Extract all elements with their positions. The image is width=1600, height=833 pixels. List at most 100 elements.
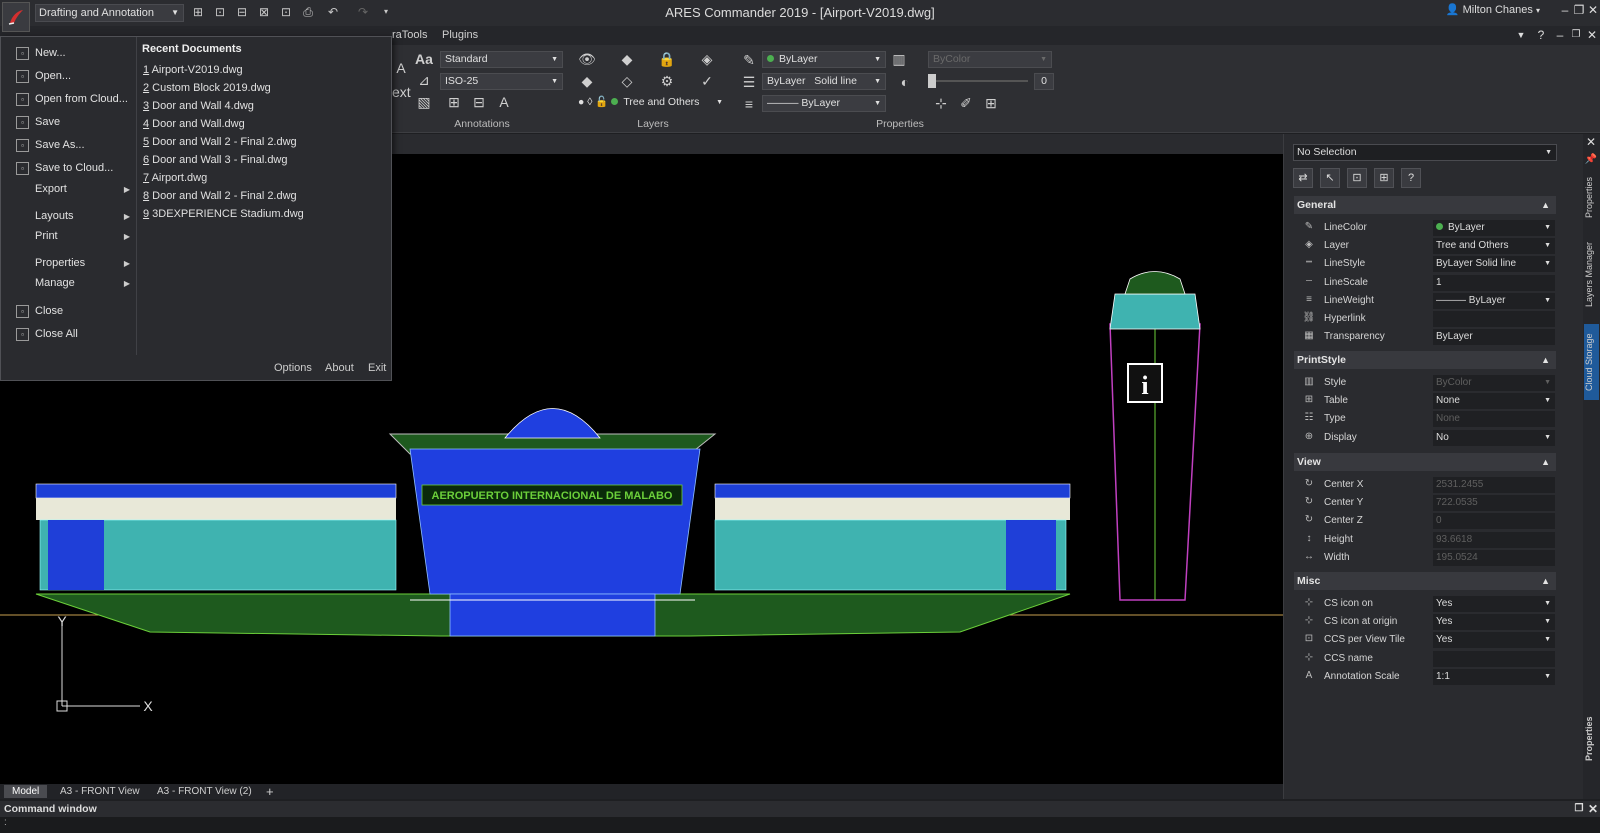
property-value[interactable]	[1433, 311, 1555, 327]
property-value[interactable]: ByLayer ▼	[1433, 220, 1555, 236]
menu-item-layouts[interactable]: Layouts ▶	[1, 206, 136, 227]
annotation-text-icon[interactable]: Aa	[415, 50, 433, 68]
property-value[interactable]: 1:1 ▼	[1433, 668, 1555, 685]
quick-select-icon[interactable]: ⊹	[932, 94, 950, 112]
doc-close-icon[interactable]: ✕	[1585, 28, 1599, 42]
selection-dropdown[interactable]: No Selection ▼	[1293, 144, 1557, 161]
property-value[interactable]: Yes ▼	[1433, 614, 1555, 631]
customize-toolbar-icon[interactable]: ▾	[379, 5, 393, 19]
transparency-slider[interactable]	[928, 74, 1028, 88]
rail-tab-layers-manager[interactable]: Layers Manager	[1584, 234, 1599, 314]
property-value[interactable]: 1	[1433, 274, 1555, 291]
tab-a3-front-view-2[interactable]: A3 - FRONT View (2)	[149, 785, 260, 798]
minimize-icon[interactable]: –	[1558, 3, 1572, 17]
layer-match-icon[interactable]: ◇	[618, 72, 636, 90]
new-file-icon[interactable]: ⊞	[191, 5, 205, 19]
menu-item-export[interactable]: Export ▶	[1, 179, 136, 200]
attribute-icon[interactable]: ⊟	[470, 93, 488, 111]
doc-restore-icon[interactable]: ❐	[1569, 28, 1583, 42]
slider-thumb[interactable]	[928, 74, 936, 88]
open-file-icon[interactable]: ⊡	[213, 5, 227, 19]
restore-icon[interactable]: ❐	[1572, 802, 1586, 816]
hatch-icon[interactable]: ▧	[415, 93, 433, 111]
recent-document-item[interactable]: 9 3DEXPERIENCE Stadium.dwg	[143, 208, 304, 220]
menu-item-save-as[interactable]: ▫ Save As...	[1, 135, 136, 156]
recent-document-item[interactable]: 4 Door and Wall.dwg	[143, 118, 245, 130]
close-icon[interactable]: ✕	[1586, 3, 1600, 17]
tab-a3-front-view[interactable]: A3 - FRONT View	[52, 785, 148, 798]
text-style-dropdown[interactable]: Standard ▼	[440, 51, 563, 68]
recent-document-item[interactable]: 1 Airport-V2019.dwg	[143, 64, 243, 76]
color-dropdown[interactable]: ByLayer ▼	[762, 51, 886, 68]
property-value[interactable]: No ▼	[1433, 429, 1555, 446]
layer-dropdown[interactable]: ● ◊ 🔓 Tree and Others ▼	[573, 94, 728, 111]
text-style-icon[interactable]: A	[392, 59, 410, 77]
pin-panel-icon[interactable]: 📌	[1584, 153, 1598, 167]
table-icon[interactable]: ⊞	[445, 93, 463, 111]
menu-item-close-all[interactable]: ▫ Close All	[1, 324, 136, 345]
user-account[interactable]: 👤 Milton Chanes ▾	[1446, 3, 1540, 16]
tab-plugins[interactable]: Plugins	[442, 29, 478, 41]
linestyle-dropdown[interactable]: ByLayer Solid line ▼	[762, 73, 886, 90]
menu-item-save-to-cloud[interactable]: ▫ Save to Cloud...	[1, 158, 136, 179]
property-value[interactable]: Tree and Others ▼	[1433, 238, 1555, 255]
ribbon-collapse-icon[interactable]: ▼	[1514, 28, 1528, 42]
dim-style-dropdown[interactable]: ISO-25 ▼	[440, 73, 563, 90]
lineweight-dropdown[interactable]: ——— ByLayer ▼	[762, 95, 886, 112]
close-panel-icon[interactable]: ✕	[1584, 135, 1598, 149]
command-input[interactable]: :	[0, 817, 1600, 833]
recent-document-item[interactable]: 6 Door and Wall 3 - Final.dwg	[143, 154, 288, 166]
tab-model[interactable]: Model	[4, 785, 48, 798]
rail-tab-properties[interactable]: Properties	[1584, 172, 1599, 222]
property-value[interactable]: ——— ByLayer ▼	[1433, 292, 1555, 309]
save-cloud-icon[interactable]: ⊡	[279, 5, 293, 19]
layers-stack-icon[interactable]: ◆	[578, 72, 596, 90]
select-similar-icon[interactable]: ⊞	[1374, 168, 1394, 188]
layer-freeze-icon[interactable]: ◆	[618, 50, 636, 68]
transparency-value[interactable]: 0	[1034, 73, 1054, 90]
tab-ratools[interactable]: raTools	[392, 29, 427, 41]
section-header-general[interactable]: General ▲	[1294, 196, 1556, 214]
property-value[interactable]: ByLayer Solid line ▼	[1433, 256, 1555, 273]
exit-button[interactable]: Exit	[368, 362, 386, 374]
section-header-printstyle[interactable]: PrintStyle ▲	[1294, 351, 1556, 369]
layer-check-icon[interactable]: ✓	[698, 72, 716, 90]
select-objects-icon[interactable]: ↖	[1320, 168, 1340, 188]
menu-item-print[interactable]: Print ▶	[1, 226, 136, 247]
property-value[interactable]: ByLayer	[1433, 329, 1555, 346]
quick-select-icon[interactable]: ⊡	[1347, 168, 1367, 188]
about-button[interactable]: About	[325, 362, 354, 374]
add-layout-icon[interactable]: +	[258, 785, 282, 798]
section-header-view[interactable]: View ▲	[1294, 453, 1556, 471]
property-value[interactable]: Yes ▼	[1433, 596, 1555, 612]
recent-document-item[interactable]: 7 Airport.dwg	[143, 172, 207, 184]
print-icon[interactable]: ⎙	[301, 5, 315, 19]
layer-settings-icon[interactable]: ⚙	[658, 72, 676, 90]
match-properties-icon[interactable]: ✐	[957, 94, 975, 112]
help-icon[interactable]: ?	[1534, 28, 1548, 42]
help-icon[interactable]: ?	[1401, 168, 1421, 188]
property-value[interactable]: Yes ▼	[1433, 632, 1555, 649]
rail-tab-cloud-storage[interactable]: Cloud Storage	[1584, 324, 1599, 400]
app-menu-button[interactable]	[2, 2, 30, 32]
menu-item-save[interactable]: ▫ Save	[1, 112, 136, 133]
properties-panel-icon[interactable]: ⊞	[982, 94, 1000, 112]
doc-minimize-icon[interactable]: –	[1553, 28, 1567, 42]
open-cloud-icon[interactable]: ⊟	[235, 5, 249, 19]
redo-icon[interactable]: ↷	[356, 5, 370, 19]
print-style-dropdown[interactable]: ByColor ▼	[928, 51, 1052, 68]
menu-item-close[interactable]: ▫ Close	[1, 301, 136, 322]
options-button[interactable]: Options	[274, 362, 312, 374]
layer-lock-icon[interactable]: 🔒	[658, 50, 676, 68]
menu-item-open[interactable]: ▫ Open...	[1, 66, 136, 87]
toggle-pickadd-icon[interactable]: ⇄	[1293, 168, 1313, 188]
recent-document-item[interactable]: 5 Door and Wall 2 - Final 2.dwg	[143, 136, 297, 148]
text-scale-icon[interactable]: A	[495, 93, 513, 111]
restore-icon[interactable]: ❐	[1572, 3, 1586, 17]
section-header-misc[interactable]: Misc ▲	[1294, 572, 1556, 590]
close-icon[interactable]: ✕	[1586, 802, 1600, 816]
property-value[interactable]: None ▼	[1433, 393, 1555, 410]
recent-document-item[interactable]: 2 Custom Block 2019.dwg	[143, 82, 271, 94]
menu-item-properties[interactable]: Properties ▶	[1, 253, 136, 274]
dimension-icon[interactable]: ⊿	[415, 71, 433, 89]
